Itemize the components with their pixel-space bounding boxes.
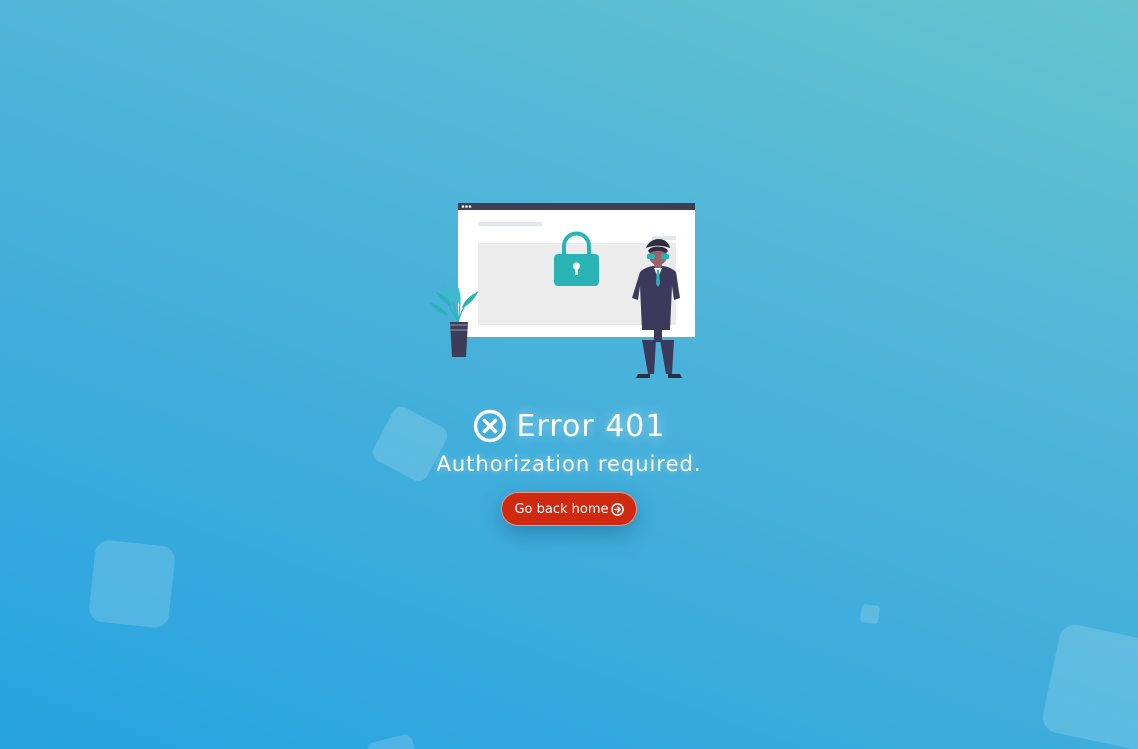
error-heading: Error 401	[473, 400, 666, 452]
circle-arrow-right-icon	[610, 502, 624, 516]
go-back-home-button[interactable]: Go back home	[501, 492, 637, 526]
go-back-home-label: Go back home	[514, 501, 609, 517]
error-title: Error 401	[516, 408, 666, 444]
locked-browser-illustration	[429, 203, 695, 378]
decor-square	[1039, 621, 1138, 749]
error-message: Authorization required.	[436, 452, 702, 476]
decor-square	[859, 603, 881, 625]
decor-square	[365, 733, 421, 749]
circle-x-icon	[473, 409, 506, 443]
decor-square	[87, 539, 177, 629]
error-content: Error 401 Authorization required. Go bac…	[0, 400, 1138, 526]
